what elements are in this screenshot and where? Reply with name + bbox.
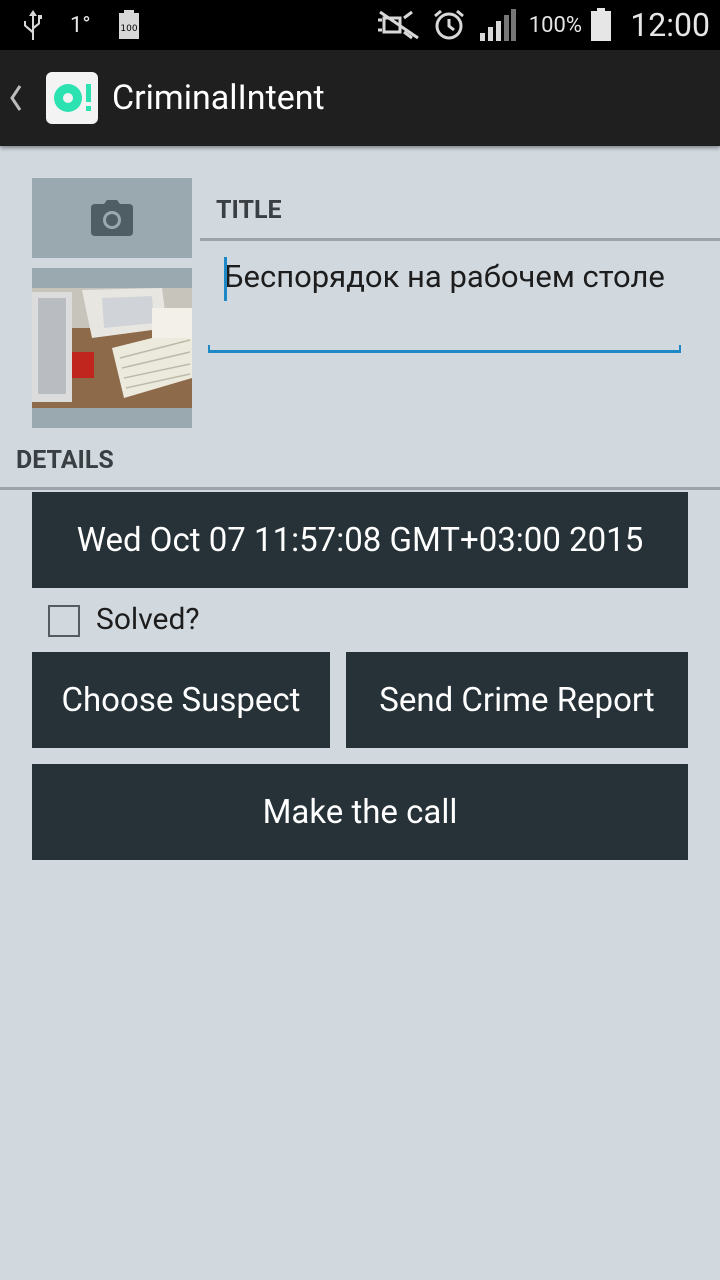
mute-icon: [376, 0, 422, 50]
crime-title-text: Беспорядок на рабочем столе: [224, 258, 665, 295]
criminal-intent-app-icon[interactable]: [46, 72, 98, 124]
details-divider: [0, 487, 720, 490]
crime-photo: [32, 268, 192, 428]
signal-icon: [480, 0, 516, 50]
crime-title-input[interactable]: Беспорядок на рабочем столе: [208, 256, 696, 301]
title-input-underline: [208, 345, 681, 353]
title-section-header: TITLE: [216, 196, 282, 225]
clock: 12:00: [630, 6, 710, 44]
app-title: CriminalIntent: [112, 78, 325, 118]
action-bar: CriminalIntent: [0, 50, 720, 146]
chevron-left-icon[interactable]: [8, 82, 24, 114]
title-divider: [200, 238, 720, 241]
send-crime-report-button[interactable]: Send Crime Report: [346, 652, 688, 748]
battery-percent: 100%: [528, 12, 582, 38]
text-cursor: [224, 257, 227, 301]
choose-suspect-button[interactable]: Choose Suspect: [32, 652, 330, 748]
details-section-header: DETAILS: [16, 446, 114, 475]
alarm-icon: [432, 0, 466, 50]
battery-icon: [590, 0, 612, 50]
crime-date-button[interactable]: Wed Oct 07 11:57:08 GMT+03:00 2015: [32, 492, 688, 588]
solved-checkbox[interactable]: [48, 605, 80, 637]
desk-photo: [32, 288, 192, 428]
status-bar: 1° 100 100% 12:00: [0, 0, 720, 50]
usb-icon: [20, 0, 46, 50]
notification-icon: 1°: [70, 12, 91, 38]
mini-battery-label: 100: [120, 24, 137, 34]
camera-icon: [91, 200, 133, 236]
take-photo-button[interactable]: [32, 178, 192, 258]
make-call-button[interactable]: Make the call: [32, 764, 688, 860]
solved-label[interactable]: Solved?: [96, 602, 200, 637]
mini-battery-icon: 100: [118, 0, 140, 50]
